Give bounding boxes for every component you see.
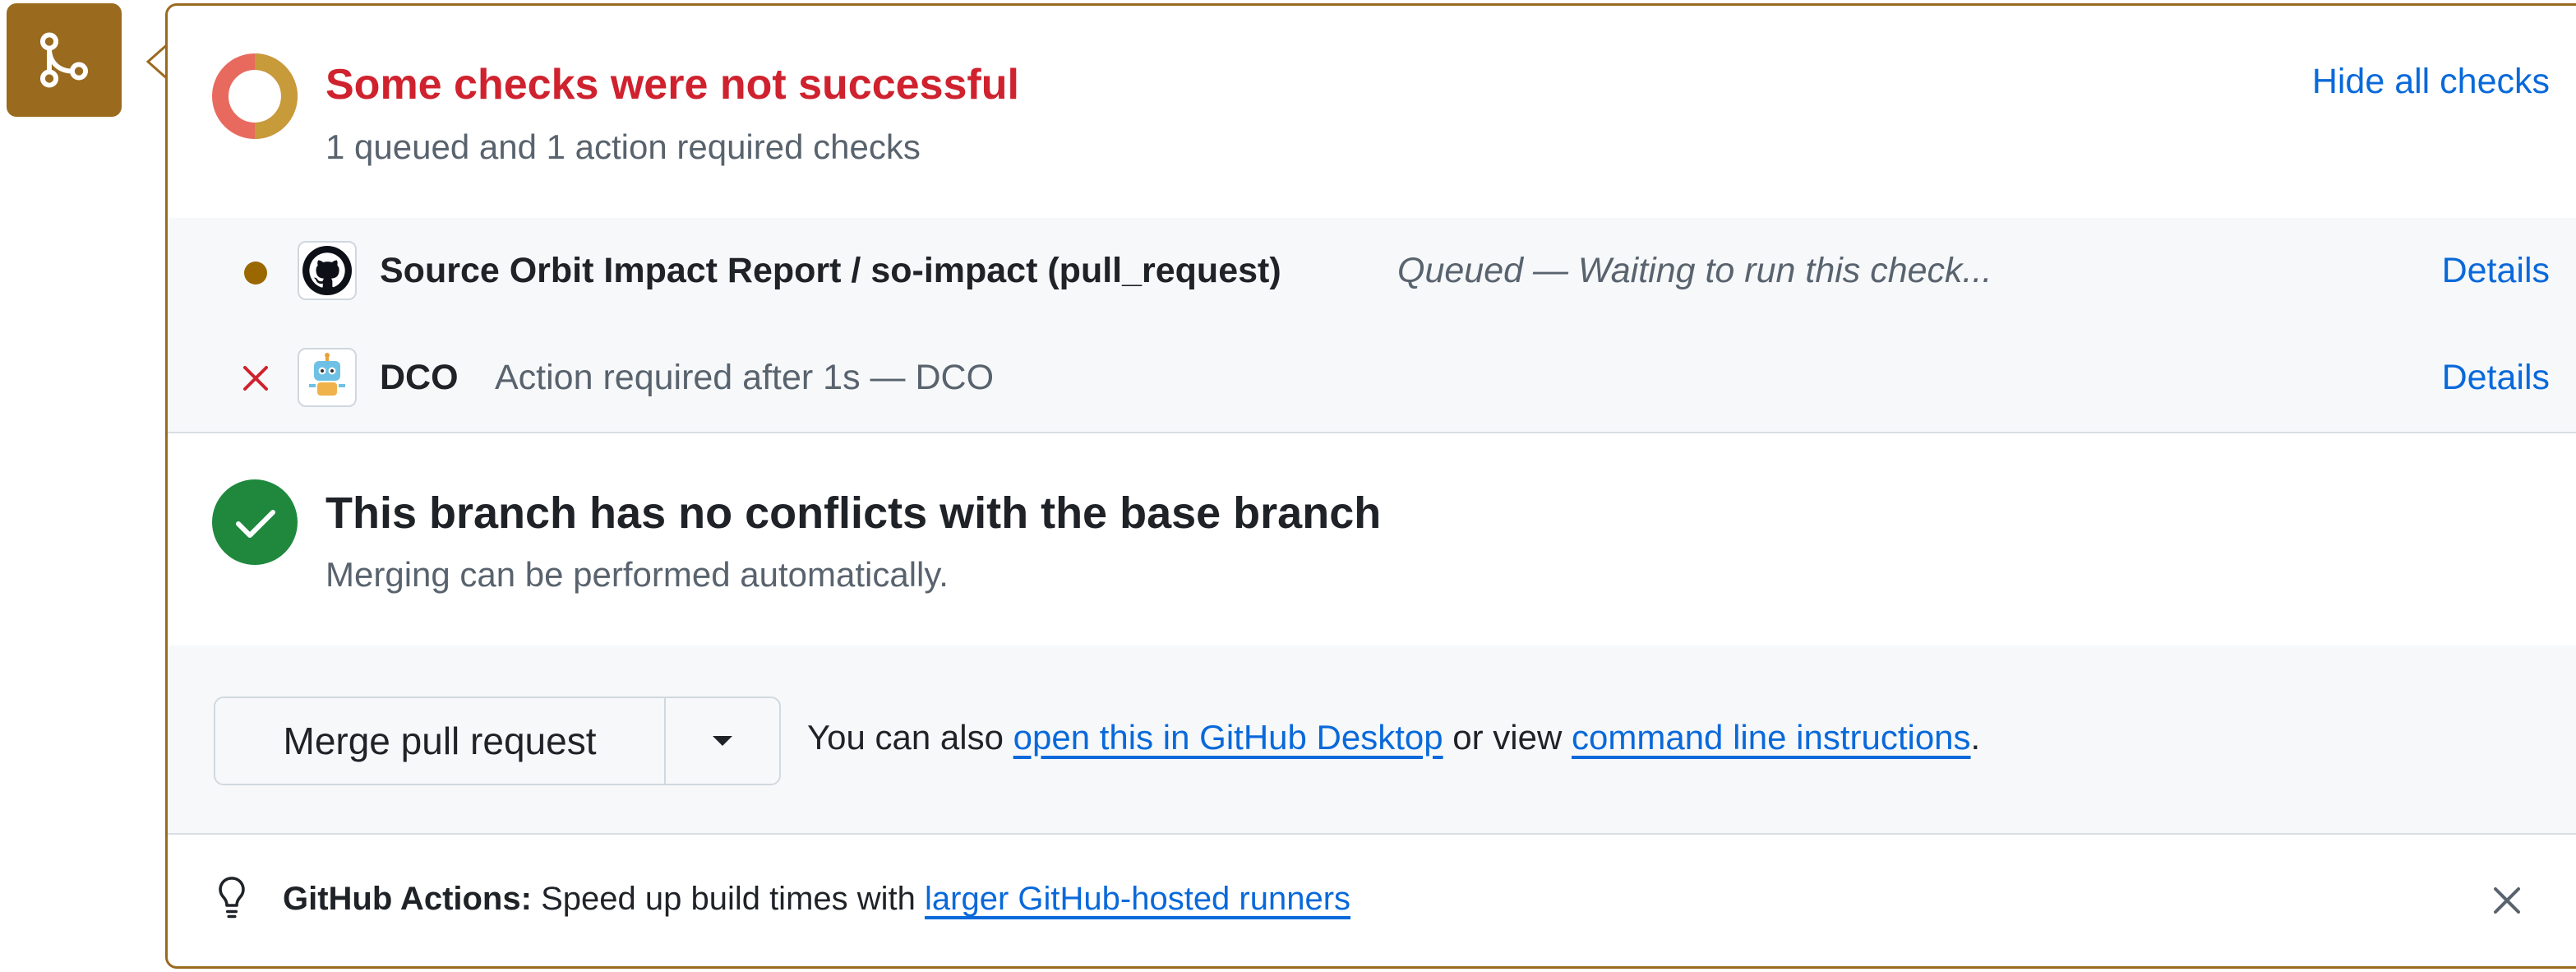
branch-status-title: This branch has no conflicts with the ba… <box>325 488 1382 538</box>
checks-status-ring-icon <box>212 53 298 139</box>
merge-actions: Merge pull request You can also open thi… <box>168 646 2576 835</box>
merge-alt-suffix: . <box>1970 718 1981 757</box>
git-merge-badge <box>7 3 122 117</box>
git-merge-icon <box>39 32 89 88</box>
dco-robot-icon <box>298 348 357 407</box>
checks-summary-title: Some checks were not successful <box>325 61 1019 109</box>
actions-tip-text: GitHub Actions: Speed up build times wit… <box>283 881 1350 918</box>
x-icon <box>243 366 268 391</box>
merge-button-group: Merge pull request <box>214 697 781 785</box>
branch-status-subtitle: Merging can be performed automatically. <box>325 555 949 594</box>
close-icon[interactable] <box>2492 886 2522 915</box>
merge-alternatives-text: You can also open this in GitHub Desktop… <box>807 718 1980 757</box>
actions-tip: GitHub Actions: Speed up build times wit… <box>168 833 2576 966</box>
check-status: Queued — Waiting to run this check... <box>1397 251 1992 290</box>
checks-summary: Some checks were not successful 1 queued… <box>168 6 2576 220</box>
merge-method-dropdown-button[interactable] <box>666 698 779 784</box>
actions-tip-label: GitHub Actions: <box>283 881 532 917</box>
check-row: Source Orbit Impact Report / so-impact (… <box>168 218 2576 326</box>
actions-tip-body: Speed up build times with <box>541 881 916 917</box>
hide-all-checks-link[interactable]: Hide all checks <box>2312 62 2550 102</box>
check-name: Source Orbit Impact Report / so-impact (… <box>380 251 1281 290</box>
checks-summary-subtitle: 1 queued and 1 action required checks <box>325 127 921 166</box>
larger-runners-link[interactable]: larger GitHub-hosted runners <box>925 881 1350 917</box>
light-bulb-icon <box>219 877 245 919</box>
check-details-link[interactable]: Details <box>2442 251 2550 291</box>
check-circle-icon <box>212 479 298 565</box>
branch-status: This branch has no conflicts with the ba… <box>168 432 2576 647</box>
github-logo-icon <box>298 241 357 300</box>
queued-dot-icon <box>244 262 267 285</box>
check-name: DCO <box>380 358 459 397</box>
check-details-link[interactable]: Details <box>2442 358 2550 398</box>
check-status: Action required after 1s — DCO <box>495 358 995 397</box>
open-in-desktop-link[interactable]: open this in GitHub Desktop <box>1013 718 1443 757</box>
merge-pull-request-button[interactable]: Merge pull request <box>215 698 666 784</box>
command-line-instructions-link[interactable]: command line instructions <box>1572 718 1971 757</box>
triangle-down-icon <box>713 736 732 746</box>
check-row: DCO Action required after 1s — DCO Detai… <box>168 325 2576 433</box>
merge-alt-prefix: You can also <box>807 718 1004 757</box>
merge-status-panel: Some checks were not successful 1 queued… <box>165 3 2576 969</box>
merge-alt-middle: or view <box>1452 718 1563 757</box>
